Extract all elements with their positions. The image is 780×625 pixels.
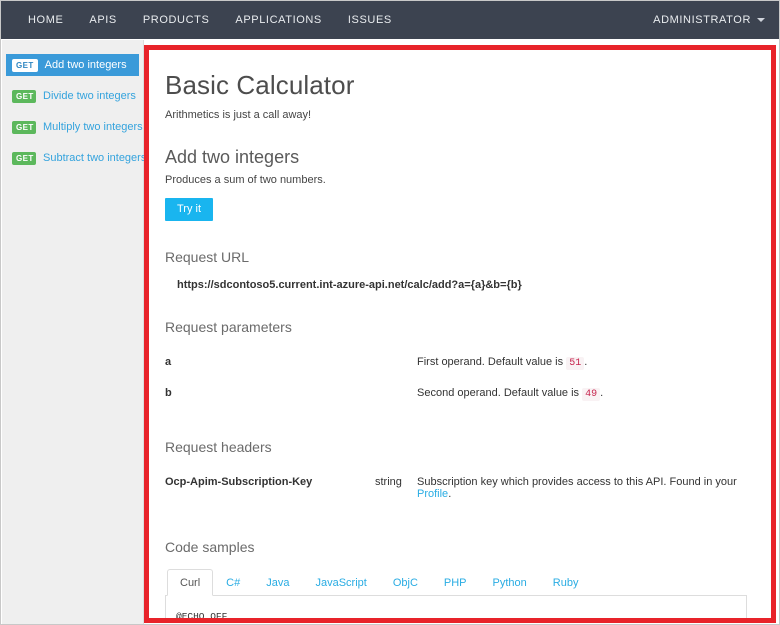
sidebar-item-label: Divide two integers <box>43 90 136 102</box>
page-subtitle: Arithmetics is just a call away! <box>165 109 312 121</box>
tab-python[interactable]: Python <box>480 569 540 596</box>
tab-php[interactable]: PHP <box>431 569 480 596</box>
sidebar-item-label: Multiply two integers <box>43 121 143 133</box>
api-details-panel: Basic Calculator Arithmetics is just a c… <box>149 50 771 618</box>
code-sample-tabs: Curl C# Java JavaScript ObjC PHP Python … <box>165 569 747 596</box>
nav-item-applications[interactable]: APPLICATIONS <box>222 1 334 39</box>
profile-link[interactable]: Profile <box>417 488 448 500</box>
parameter-description-text: Second operand. Default value is <box>417 387 580 399</box>
request-parameters-table: a First operand. Default value is 51. b … <box>165 349 747 411</box>
nav-user-menu[interactable]: ADMINISTRATOR <box>653 14 779 26</box>
page-root: HOME APIS PRODUCTS APPLICATIONS ISSUES A… <box>0 0 780 625</box>
parameter-default-value: 49 <box>582 388 601 401</box>
sidebar-item-label: Add two integers <box>44 59 127 71</box>
nav-links: HOME APIS PRODUCTS APPLICATIONS ISSUES <box>1 1 405 39</box>
top-navigation-bar: HOME APIS PRODUCTS APPLICATIONS ISSUES A… <box>1 1 779 39</box>
page-title: Basic Calculator <box>165 70 355 100</box>
tab-ruby[interactable]: Ruby <box>540 569 592 596</box>
header-description-suffix: . <box>448 488 452 500</box>
operation-description: Produces a sum of two numbers. <box>165 174 326 186</box>
table-row: a First operand. Default value is 51. <box>165 349 747 380</box>
request-headers-table: Ocp-Apim-Subscription-Key string Subscri… <box>165 469 747 511</box>
code-sample-text: @ECHO OFF curl -v -X GET "https://sdcont… <box>176 611 228 618</box>
sidebar-item-multiply-two-integers[interactable]: GET Multiply two integers <box>6 116 143 138</box>
request-url-heading: Request URL <box>165 249 250 265</box>
nav-item-home[interactable]: HOME <box>15 1 76 39</box>
header-description: Subscription key which provides access t… <box>417 469 747 511</box>
nav-item-apis[interactable]: APIS <box>76 1 129 39</box>
parameter-description-suffix: . <box>584 356 588 368</box>
http-method-badge: GET <box>12 120 36 134</box>
tab-javascript[interactable]: JavaScript <box>302 569 379 596</box>
sidebar-item-subtract-two-integers[interactable]: GET Subtract two integers <box>6 147 146 169</box>
http-method-badge: GET <box>12 151 36 165</box>
try-it-button[interactable]: Try it <box>165 198 214 221</box>
parameter-description-text: First operand. Default value is <box>417 356 564 368</box>
request-parameters-heading: Request parameters <box>165 319 292 335</box>
chevron-down-icon <box>757 18 765 22</box>
parameter-default-value: 51 <box>566 357 585 370</box>
parameter-name: b <box>165 387 172 399</box>
tab-java[interactable]: Java <box>253 569 302 596</box>
parameter-type <box>375 349 417 380</box>
parameter-description-suffix: . <box>600 387 604 399</box>
header-name: Ocp-Apim-Subscription-Key <box>165 476 313 488</box>
nav-item-issues[interactable]: ISSUES <box>335 1 405 39</box>
tab-curl[interactable]: Curl <box>167 569 214 596</box>
table-row: b Second operand. Default value is 49. <box>165 380 747 411</box>
sidebar-item-divide-two-integers[interactable]: GET Divide two integers <box>6 85 139 107</box>
parameter-description: Second operand. Default value is 49. <box>417 380 747 411</box>
table-row: Ocp-Apim-Subscription-Key string Subscri… <box>165 469 747 511</box>
request-url-value: https://sdcontoso5.current.int-azure-api… <box>177 279 522 291</box>
tab-csharp[interactable]: C# <box>213 569 253 596</box>
code-sample-panel[interactable]: @ECHO OFF curl -v -X GET "https://sdcont… <box>165 596 747 618</box>
sidebar-item-add-two-integers[interactable]: GET Add two integers <box>6 54 139 76</box>
nav-item-products[interactable]: PRODUCTS <box>130 1 223 39</box>
tab-objc[interactable]: ObjC <box>380 569 431 596</box>
operation-title: Add two integers <box>165 147 300 167</box>
header-description-text: Subscription key which provides access t… <box>417 476 737 488</box>
parameter-name: a <box>165 356 172 368</box>
http-method-badge: GET <box>12 58 38 72</box>
nav-user-label: ADMINISTRATOR <box>653 14 751 26</box>
http-method-badge: GET <box>12 89 36 103</box>
request-headers-heading: Request headers <box>165 439 272 455</box>
sidebar-item-label: Subtract two integers <box>43 152 147 164</box>
code-samples-heading: Code samples <box>165 539 255 555</box>
operations-sidebar: GET Add two integers GET Divide two inte… <box>2 40 146 624</box>
parameter-description: First operand. Default value is 51. <box>417 349 747 380</box>
parameter-type <box>375 380 417 411</box>
header-type: string <box>375 476 402 488</box>
